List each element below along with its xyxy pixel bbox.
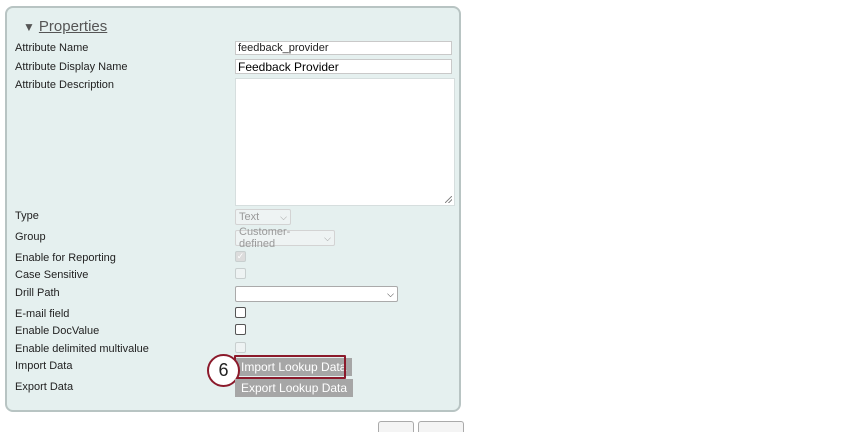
footer-button-left[interactable]: [378, 421, 414, 432]
enable-delimited-multivalue-checkbox[interactable]: [235, 342, 246, 353]
drill-path-label: Drill Path: [15, 287, 60, 299]
export-lookup-data-button[interactable]: Export Lookup Data: [235, 379, 354, 397]
attribute-name-label: Attribute Name: [15, 42, 89, 54]
case-sensitive-checkbox[interactable]: [235, 268, 246, 279]
case-sensitive-label: Case Sensitive: [15, 269, 89, 281]
enable-for-reporting-label: Enable for Reporting: [15, 252, 116, 264]
resize-grip-icon[interactable]: [445, 196, 452, 203]
drill-path-select[interactable]: ⌵: [235, 286, 398, 302]
chevron-down-icon: ⌵: [280, 211, 287, 222]
enable-delimited-multivalue-label: Enable delimited multivalue: [15, 343, 149, 355]
group-select[interactable]: Customer-defined ⌵: [235, 226, 335, 250]
chevron-down-icon: ⌵: [387, 288, 394, 299]
attribute-display-name-label: Attribute Display Name: [15, 61, 128, 73]
step-highlight-box: [234, 355, 346, 379]
group-selected-value: Customer-defined: [239, 226, 291, 250]
enable-docvalue-checkbox[interactable]: [235, 324, 246, 335]
properties-panel: ▼ Properties Attribute Name Attribute Di…: [5, 6, 461, 412]
group-label: Group: [15, 231, 46, 243]
chevron-down-icon: ⌵: [324, 232, 331, 243]
attribute-description-label: Attribute Description: [15, 79, 115, 91]
enable-for-reporting-checkbox[interactable]: ✓: [235, 251, 246, 262]
attribute-name-input[interactable]: [235, 41, 452, 55]
properties-title[interactable]: Properties: [39, 18, 107, 35]
type-select[interactable]: Text ⌵: [235, 209, 291, 225]
attribute-display-name-input[interactable]: [235, 59, 452, 74]
email-field-label: E-mail field: [15, 308, 70, 320]
collapse-triangle-icon[interactable]: ▼: [23, 20, 35, 34]
email-field-checkbox[interactable]: [235, 307, 246, 318]
properties-header[interactable]: ▼ Properties: [23, 18, 107, 35]
attribute-description-textarea[interactable]: [235, 78, 455, 206]
check-icon: ✓: [236, 251, 245, 261]
type-selected-value: Text: [239, 211, 260, 223]
type-label: Type: [15, 210, 39, 222]
enable-docvalue-label: Enable DocValue: [15, 325, 100, 337]
export-data-label: Export Data: [15, 381, 74, 393]
footer-button-right[interactable]: [418, 421, 464, 432]
import-data-label: Import Data: [15, 360, 73, 372]
